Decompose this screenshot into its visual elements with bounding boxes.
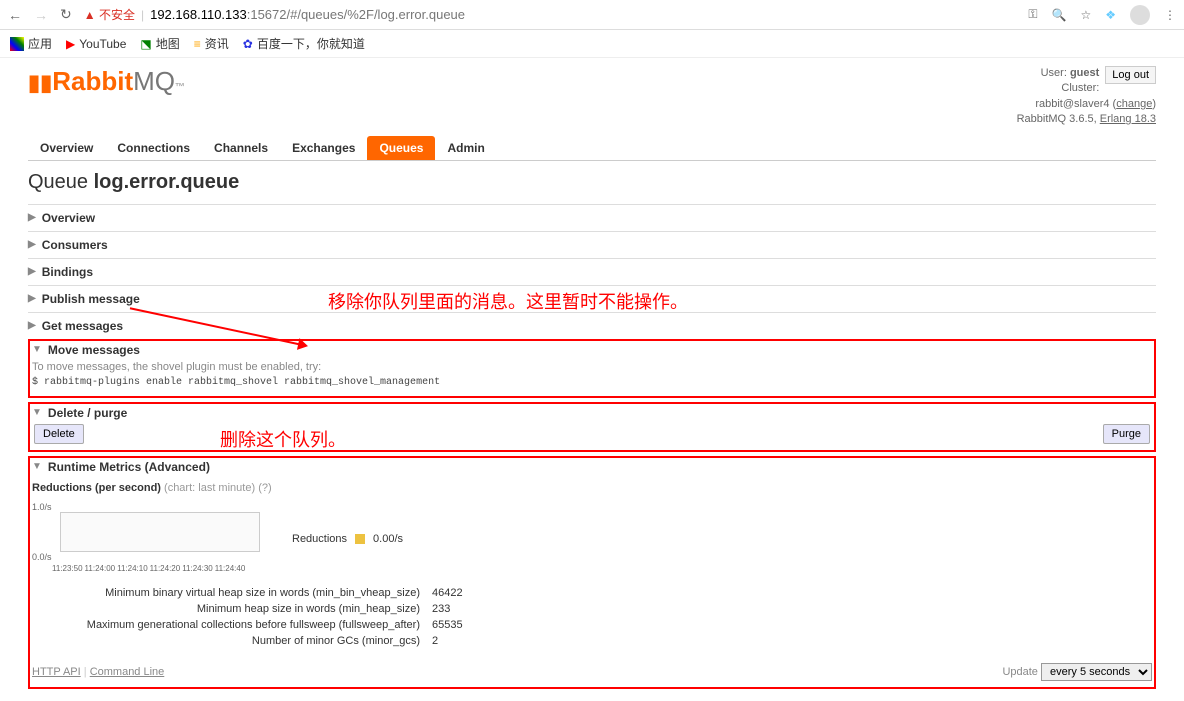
annotation-delete: 删除这个队列。	[220, 426, 346, 452]
section-move[interactable]: ▼Move messages	[32, 343, 1152, 357]
bookmarks-bar: 应用 ▶YouTube ⬔地图 ≡资讯 ✿百度一下，你就知道	[0, 30, 1184, 58]
delete-button[interactable]: Delete	[34, 424, 84, 444]
runtime-table: Minimum binary virtual heap size in word…	[32, 585, 1152, 649]
update-interval-select[interactable]: every 5 seconds	[1041, 663, 1152, 681]
tab-channels[interactable]: Channels	[202, 136, 280, 160]
address-bar[interactable]: ▲ 不安全 | 192.168.110.133:15672/#/queues/%…	[84, 6, 1017, 23]
reductions-label: Reductions (per second)	[32, 482, 161, 494]
star-icon[interactable]: ☆	[1080, 8, 1091, 22]
section-overview[interactable]: ▶Overview	[28, 211, 1156, 225]
key-icon[interactable]: ⚿	[1028, 7, 1037, 22]
tab-connections[interactable]: Connections	[105, 136, 202, 160]
move-hint: To move messages, the shovel plugin must…	[32, 361, 1152, 373]
bookmark-news[interactable]: ≡资讯	[194, 35, 229, 52]
logout-button[interactable]: Log out	[1105, 66, 1156, 84]
browser-toolbar: ← → ↻ ▲ 不安全 | 192.168.110.133:15672/#/qu…	[0, 0, 1184, 30]
reload-icon[interactable]: ↻	[60, 6, 72, 23]
search-icon[interactable]: 🔍	[1052, 8, 1067, 22]
delete-purge-box: ▼Delete / purge 删除这个队列。 Delete Purge	[28, 402, 1156, 452]
menu-icon[interactable]: ⋮	[1164, 8, 1176, 22]
extension-icon[interactable]: ❖	[1105, 8, 1116, 22]
tab-overview[interactable]: Overview	[28, 136, 105, 160]
chart-legend: Reductions 0.00/s	[292, 506, 403, 573]
http-api-link[interactable]: HTTP API	[32, 666, 81, 678]
tab-queues[interactable]: Queues	[367, 136, 435, 160]
section-bindings[interactable]: ▶Bindings	[28, 265, 1156, 279]
section-runtime[interactable]: ▼Runtime Metrics (Advanced)	[32, 460, 1152, 474]
insecure-icon: ▲ 不安全	[84, 6, 135, 23]
section-consumers[interactable]: ▶Consumers	[28, 238, 1156, 252]
bookmark-youtube[interactable]: ▶YouTube	[66, 37, 126, 51]
avatar[interactable]	[1130, 5, 1150, 25]
rabbitmq-logo[interactable]: ▮▮RabbitMQ™	[28, 66, 185, 97]
bookmark-baidu[interactable]: ✿百度一下，你就知道	[243, 35, 365, 52]
erlang-link[interactable]: Erlang 18.3	[1100, 113, 1156, 125]
url-text: 192.168.110.133:15672/#/queues/%2F/log.e…	[150, 7, 465, 22]
runtime-metrics-box: ▼Runtime Metrics (Advanced) Reductions (…	[28, 456, 1156, 689]
apps-button[interactable]: 应用	[10, 35, 52, 52]
bookmark-maps[interactable]: ⬔地图	[140, 35, 179, 52]
main-tabs: Overview Connections Channels Exchanges …	[28, 136, 1156, 161]
change-cluster-link[interactable]: change	[1116, 98, 1152, 110]
tab-admin[interactable]: Admin	[435, 136, 496, 160]
command-line-link[interactable]: Command Line	[90, 666, 165, 678]
tab-exchanges[interactable]: Exchanges	[280, 136, 367, 160]
annotation-move: 移除你队列里面的消息。这里暂时不能操作。	[328, 288, 688, 314]
user-info: Log outUser: guest Cluster: rabbit@slave…	[994, 66, 1156, 128]
reductions-chart: 1.0/s 0.0/s 11:23:5011:24:0011:24:1011:2…	[32, 502, 262, 573]
purge-button[interactable]: Purge	[1103, 424, 1150, 444]
back-icon[interactable]: ←	[8, 7, 22, 23]
forward-icon[interactable]: →	[34, 7, 48, 23]
section-delete[interactable]: ▼Delete / purge	[32, 406, 1152, 420]
legend-swatch	[355, 534, 365, 544]
move-messages-box: ▼Move messages To move messages, the sho…	[28, 339, 1156, 398]
page-title: Queue log.error.queue	[28, 171, 1156, 194]
move-command: $ rabbitmq-plugins enable rabbitmq_shove…	[32, 377, 1152, 388]
